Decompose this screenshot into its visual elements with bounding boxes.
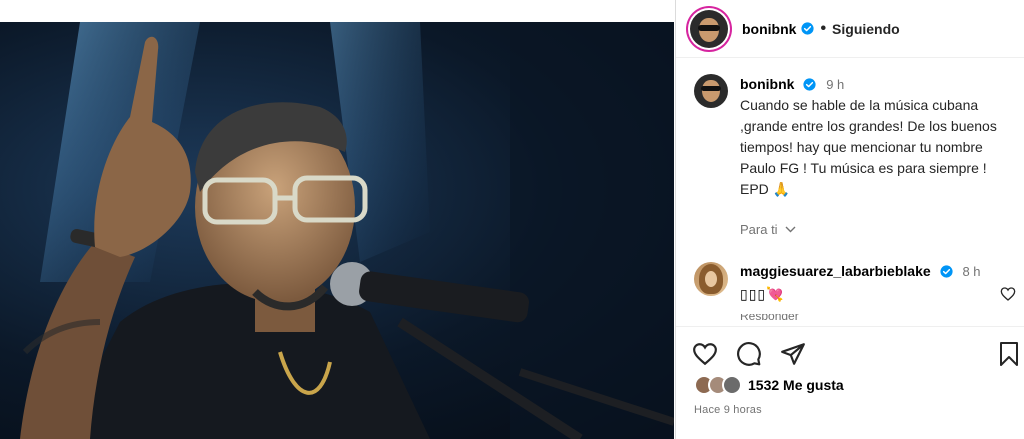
- comment-icon[interactable]: [736, 341, 762, 367]
- post-header: bonibnk • Siguiendo: [676, 0, 1024, 58]
- post-caption: bonibnk 9 h Cuando se hable de la música…: [694, 74, 1014, 200]
- caption-author-avatar[interactable]: [694, 74, 728, 108]
- verified-badge-icon: [939, 265, 953, 278]
- bookmark-icon[interactable]: [997, 341, 1021, 367]
- caption-text: Cuando se hable de la música cubana ,gra…: [740, 97, 997, 197]
- post-sidebar: bonibnk • Siguiendo bonibnk 9 h Cuando s…: [675, 0, 1024, 439]
- commenter-avatar[interactable]: [694, 262, 728, 296]
- caption-username[interactable]: bonibnk: [740, 76, 794, 92]
- commenter-username[interactable]: maggiesuarez_labarbieblake: [740, 263, 931, 279]
- caption-time: 9 h: [826, 77, 845, 92]
- post-photo[interactable]: [0, 22, 674, 439]
- share-icon[interactable]: [780, 341, 806, 367]
- likes-count[interactable]: 1532 Me gusta: [748, 377, 844, 393]
- verified-badge-icon: [801, 22, 815, 35]
- post-actions: 1532 Me gusta Hace 9 horas: [676, 326, 1024, 439]
- post-timestamp: Hace 9 horas: [694, 404, 762, 416]
- following-button[interactable]: Siguiendo: [832, 21, 900, 37]
- reply-link[interactable]: Responder: [740, 314, 800, 320]
- translation-label: Para ti: [740, 222, 778, 237]
- post-photo-panel: [0, 0, 674, 439]
- separator-dot: •: [820, 19, 827, 37]
- verified-badge-icon: [803, 78, 816, 91]
- author-avatar[interactable]: [690, 9, 728, 48]
- author-username[interactable]: bonibnk: [742, 21, 796, 37]
- translation-toggle[interactable]: Para ti: [740, 222, 796, 237]
- liker-avatar: [722, 375, 742, 395]
- comment-text: ▯▯▯💘: [740, 286, 785, 302]
- singer-photo-illustration: [20, 22, 674, 439]
- chevron-down-icon: [785, 226, 796, 233]
- heart-icon[interactable]: [692, 341, 718, 367]
- likes-summary[interactable]: 1532 Me gusta: [694, 375, 844, 395]
- comment-item: maggiesuarez_labarbieblake 8 h ▯▯▯💘: [694, 262, 1024, 304]
- comment-time: 8 h: [962, 264, 981, 279]
- comment-like-heart-icon[interactable]: [1000, 286, 1016, 302]
